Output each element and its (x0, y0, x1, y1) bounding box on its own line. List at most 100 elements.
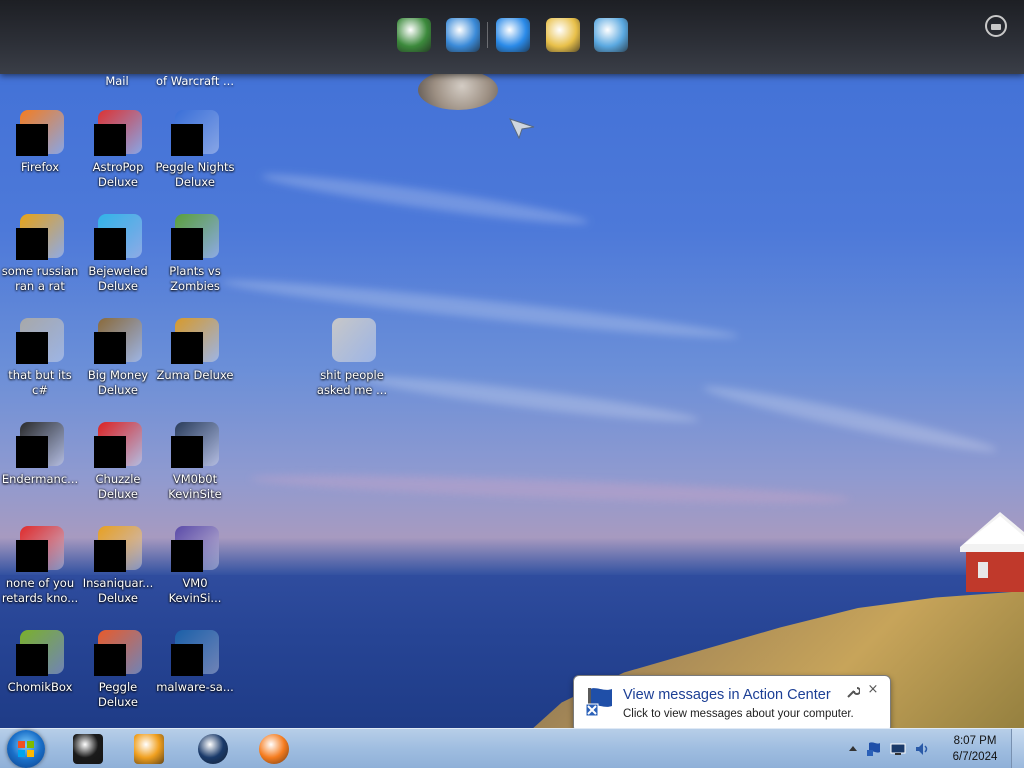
redaction-box (94, 124, 126, 156)
desktop-icon[interactable]: Zuma Deluxe (155, 318, 235, 383)
windows-logo-icon (18, 741, 34, 757)
action-center-tray-icon[interactable] (866, 741, 882, 757)
desktop-icon-label: Bejeweled Deluxe (88, 264, 148, 293)
redaction-box (94, 540, 126, 572)
redaction-box (171, 644, 203, 676)
desktop-icon-image (16, 526, 64, 574)
desktop-icon[interactable]: Big Money Deluxe (78, 318, 158, 398)
desktop-icon[interactable]: some russian ran a rat (0, 214, 80, 294)
notification-title[interactable]: View messages in Action Center (623, 687, 831, 703)
redaction-box (16, 228, 48, 260)
sky-streak (249, 469, 851, 509)
desktop-icon-image (94, 318, 142, 366)
desktop-icon-label[interactable]: of Warcraft ... (150, 74, 240, 88)
wrench-icon[interactable] (846, 685, 860, 699)
desktop-icon-label: Peggle Deluxe (98, 680, 138, 709)
desktop-icon[interactable]: malware-sa... (155, 630, 235, 695)
desktop-icon-image (16, 110, 64, 158)
close-button[interactable]: × (866, 683, 880, 697)
desktop-icon[interactable]: VM0b0t KevinSite (155, 422, 235, 502)
desktop-icon-image (94, 214, 142, 262)
action-center-flag-icon (586, 688, 612, 717)
desktop-icon[interactable]: AstroPop Deluxe (78, 110, 158, 190)
desktop-icon-image (16, 214, 64, 262)
desktop-icon-label: Peggle Nights Deluxe (155, 160, 235, 189)
desktop-icon-label: some russian ran a rat (1, 264, 79, 293)
toolbox-icon[interactable] (985, 15, 1007, 37)
desktop-icon-label: VM0 KevinSi... (168, 576, 222, 605)
desktop-icon-label: shit people asked me ... (316, 368, 388, 397)
clock[interactable]: 8:07 PM 6/7/2024 (940, 733, 1010, 765)
desktop-icon[interactable]: Endermanc... (0, 422, 80, 487)
desktop-icon-label: malware-sa... (156, 680, 234, 694)
taskbar-media-player[interactable] (121, 732, 177, 766)
mail-envelope-icon[interactable] (546, 18, 580, 52)
network-icon[interactable] (890, 741, 906, 757)
desktop-icon-label: Firefox (20, 160, 60, 174)
mouse-cursor-icon (509, 118, 535, 139)
desktop-icon-image (171, 422, 219, 470)
redaction-box (16, 436, 48, 468)
desktop-icon[interactable]: none of you retards kno... (0, 526, 80, 606)
volume-icon[interactable] (914, 741, 930, 757)
desktop-icon[interactable]: Bejeweled Deluxe (78, 214, 158, 294)
folder-icon (332, 318, 376, 362)
users-group-icon[interactable] (594, 18, 628, 52)
desktop-icon[interactable]: that but its c# (0, 318, 80, 398)
desktop-icon-label: AstroPop Deluxe (92, 160, 144, 189)
house-graphic (960, 512, 1024, 592)
desktop-icon-label: ChomikBox (7, 680, 73, 694)
globe-download-icon[interactable] (446, 18, 480, 52)
desktop-icon-label: that but its c# (8, 368, 72, 397)
taskbar-media-player-icon (134, 734, 164, 764)
desktop-icon-image (94, 630, 142, 678)
desktop-icon[interactable]: Firefox (0, 110, 80, 175)
sky-streak (260, 167, 590, 231)
redaction-box (171, 436, 203, 468)
desktop-icon[interactable]: ChomikBox (0, 630, 80, 695)
show-hidden-icons-arrow-icon[interactable] (845, 741, 861, 757)
desktop-icon-label: Plants vs Zombies (169, 264, 221, 293)
desktop-icon[interactable]: shit people asked me ... (312, 318, 392, 398)
redaction-box (171, 540, 203, 572)
taskbar-app-black-window-icon (73, 734, 103, 764)
desktop-icon-image (171, 110, 219, 158)
start-button[interactable] (7, 730, 45, 768)
show-desktop-button[interactable] (1011, 729, 1024, 768)
internet-explorer-icon[interactable] (496, 18, 530, 52)
desktop-icon-label[interactable]: Mail (72, 74, 162, 88)
sky-streak (220, 272, 740, 346)
desktop-icon-label: Zuma Deluxe (156, 368, 234, 382)
clock-date: 6/7/2024 (952, 751, 998, 763)
desktop-icon-label: Chuzzle Deluxe (95, 472, 141, 501)
desktop-icon[interactable]: Plants vs Zombies (155, 214, 235, 294)
desktop-icon-image (94, 422, 142, 470)
redaction-box (94, 228, 126, 260)
sky-streak (360, 369, 700, 429)
desktop-icon[interactable]: Chuzzle Deluxe (78, 422, 158, 502)
redaction-box (16, 644, 48, 676)
desktop-icon[interactable]: Insaniquar... Deluxe (78, 526, 158, 606)
notification-balloon[interactable]: View messages in Action Center Click to … (573, 675, 891, 742)
desktop-icon[interactable]: Peggle Deluxe (78, 630, 158, 710)
taskbar-app-black-window[interactable] (60, 732, 116, 766)
taskbar-firefox[interactable] (246, 732, 302, 766)
redaction-box (171, 332, 203, 364)
redaction-box (16, 124, 48, 156)
redaction-box (16, 332, 48, 364)
desktop-icon[interactable]: VM0 KevinSi... (155, 526, 235, 606)
clock-time: 8:07 PM (953, 735, 997, 747)
task-manager-icon[interactable] (397, 18, 431, 52)
desktop-icon-image (16, 318, 64, 366)
desktop-icon-label: VM0b0t KevinSite (168, 472, 222, 501)
desktop-icon-image (171, 630, 219, 678)
desktop-icon-image (171, 526, 219, 574)
taskbar-app-dark-circle[interactable] (185, 732, 241, 766)
redaction-box (94, 644, 126, 676)
notification-text[interactable]: Click to view messages about your comput… (623, 708, 854, 720)
redaction-box (94, 436, 126, 468)
desktop-icon[interactable]: Peggle Nights Deluxe (155, 110, 235, 190)
desktop-icon-image (94, 526, 142, 574)
taskbar: 8:07 PM 6/7/2024 (0, 728, 1024, 768)
planet-graphic (418, 70, 498, 110)
